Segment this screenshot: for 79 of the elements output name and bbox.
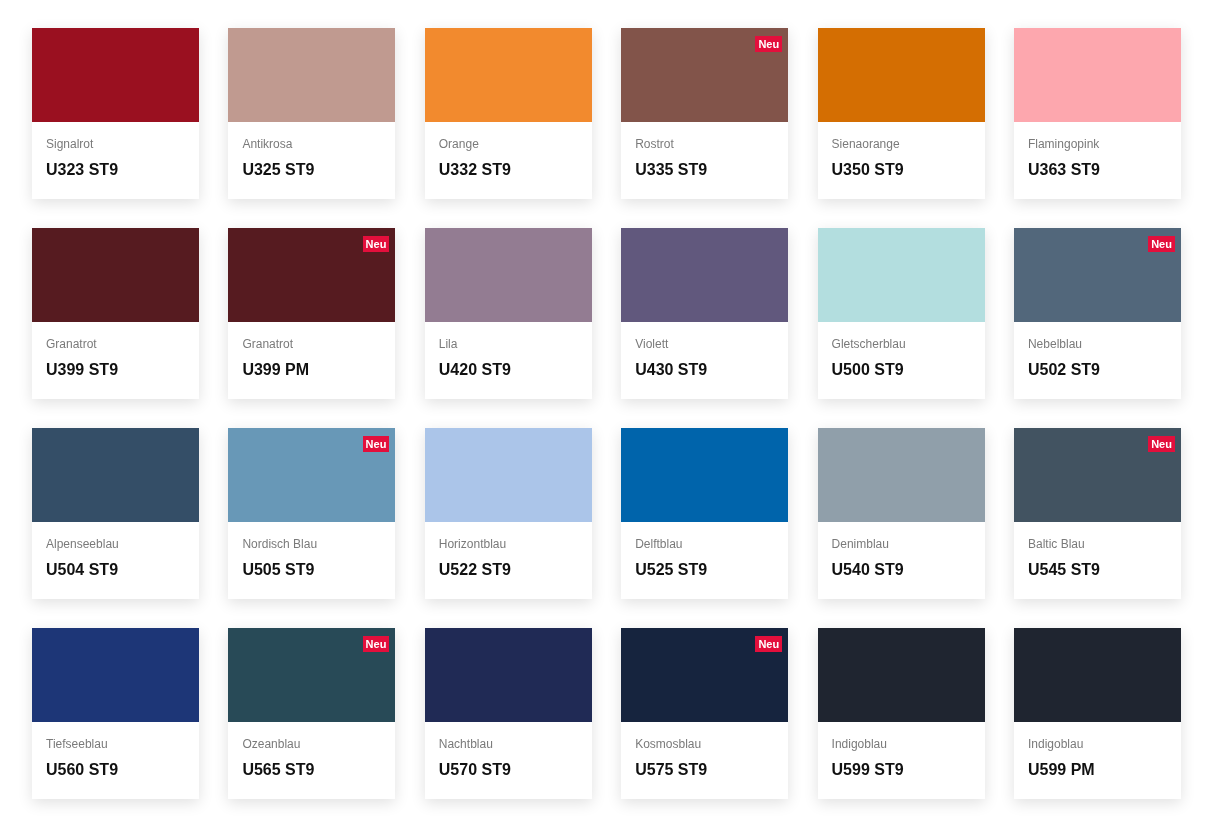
color-card[interactable]: Neu Kosmosblau U575 ST9 <box>621 628 789 799</box>
color-code: U332 ST9 <box>438 160 511 180</box>
color-code: U363 ST9 <box>1027 160 1100 180</box>
color-code: U502 ST9 <box>1027 360 1100 380</box>
color-name: Granatrot <box>242 336 294 352</box>
color-card[interactable]: Sienaorange U350 ST9 <box>817 28 985 199</box>
color-card[interactable]: Orange U332 ST9 <box>424 28 592 199</box>
color-code: U545 ST9 <box>1027 560 1100 580</box>
color-name: Nebelblau <box>1027 336 1082 352</box>
color-name: Antikrosa <box>242 136 293 152</box>
color-code: U525 ST9 <box>635 560 708 580</box>
color-code: U505 ST9 <box>242 560 315 580</box>
color-card[interactable]: Tiefseeblau U560 ST9 <box>32 628 199 799</box>
color-card[interactable]: Neu Baltic Blau U545 ST9 <box>1013 428 1181 599</box>
color-card[interactable]: Lila U420 ST9 <box>424 228 592 399</box>
color-card[interactable]: Delftblau U525 ST9 <box>621 428 789 599</box>
color-code: U399 PM <box>242 360 310 380</box>
color-card[interactable]: Violett U430 ST9 <box>621 228 789 399</box>
color-code: U500 ST9 <box>831 360 904 380</box>
color-card[interactable]: Indigoblau U599 PM <box>1013 628 1181 799</box>
color-card[interactable]: Gletscherblau U500 ST9 <box>817 228 985 399</box>
color-code: U350 ST9 <box>831 160 904 180</box>
color-name: Horizontblau <box>438 536 507 552</box>
color-card[interactable]: Alpenseeblau U504 ST9 <box>32 428 199 599</box>
color-name: Signalrot <box>46 136 94 152</box>
color-name: Tiefseeblau <box>46 736 108 752</box>
color-name: Gletscherblau <box>831 336 906 352</box>
color-name: Granatrot <box>46 336 97 352</box>
color-card[interactable]: Horizontblau U522 ST9 <box>424 428 592 599</box>
color-name: Delftblau <box>635 536 683 552</box>
color-card[interactable]: Neu Granatrot U399 PM <box>228 228 396 399</box>
color-name: Rostrot <box>635 136 674 152</box>
color-code: U560 ST9 <box>46 760 119 780</box>
color-code: U522 ST9 <box>438 560 511 580</box>
color-code: U570 ST9 <box>438 760 511 780</box>
new-badge: Neu <box>755 636 783 652</box>
color-card[interactable]: Signalrot U323 ST9 <box>32 28 199 199</box>
color-card[interactable]: Neu Rostrot U335 ST9 <box>621 28 789 199</box>
color-name: Baltic Blau <box>1027 536 1085 552</box>
color-name: Ozeanblau <box>242 736 301 752</box>
new-badge: Neu <box>755 36 783 52</box>
color-code: U323 ST9 <box>46 160 119 180</box>
color-code: U540 ST9 <box>831 560 904 580</box>
color-card[interactable]: Indigoblau U599 ST9 <box>817 628 985 799</box>
color-card[interactable]: Flamingopink U363 ST9 <box>1013 28 1181 199</box>
color-code: U399 ST9 <box>46 360 119 380</box>
color-name: Kosmosblau <box>635 736 702 752</box>
color-code: U575 ST9 <box>635 760 708 780</box>
color-name: Flamingopink <box>1027 136 1100 152</box>
color-name: Indigoblau <box>1027 736 1084 752</box>
color-code: U504 ST9 <box>46 560 119 580</box>
color-code: U565 ST9 <box>242 760 315 780</box>
color-name: Nachtblau <box>438 736 493 752</box>
color-card[interactable]: Neu Nebelblau U502 ST9 <box>1013 228 1181 399</box>
new-badge: Neu <box>1148 236 1175 252</box>
color-code: U599 PM <box>1027 760 1095 780</box>
color-name: Lila <box>438 336 458 352</box>
color-card[interactable]: Granatrot U399 ST9 <box>32 228 199 399</box>
new-badge: Neu <box>1148 436 1175 452</box>
color-name: Sienaorange <box>831 136 900 152</box>
color-code: U430 ST9 <box>635 360 708 380</box>
color-name: Denimblau <box>831 536 889 552</box>
color-code: U599 ST9 <box>831 760 904 780</box>
color-name: Alpenseeblau <box>46 536 119 552</box>
new-badge: Neu <box>362 436 390 452</box>
color-code: U420 ST9 <box>438 360 511 380</box>
color-name: Orange <box>438 136 479 152</box>
color-card[interactable]: Neu Nordisch Blau U505 ST9 <box>228 428 396 599</box>
color-card[interactable]: Denimblau U540 ST9 <box>817 428 985 599</box>
color-card[interactable]: Antikrosa U325 ST9 <box>228 28 396 199</box>
new-badge: Neu <box>362 636 390 652</box>
new-badge: Neu <box>362 236 390 252</box>
color-card[interactable]: Neu Ozeanblau U565 ST9 <box>228 628 396 799</box>
color-card[interactable]: Nachtblau U570 ST9 <box>424 628 592 799</box>
color-name: Nordisch Blau <box>242 536 318 552</box>
color-name: Violett <box>635 336 669 352</box>
color-name: Indigoblau <box>831 736 887 752</box>
color-code: U325 ST9 <box>242 160 315 180</box>
color-code: U335 ST9 <box>635 160 708 180</box>
